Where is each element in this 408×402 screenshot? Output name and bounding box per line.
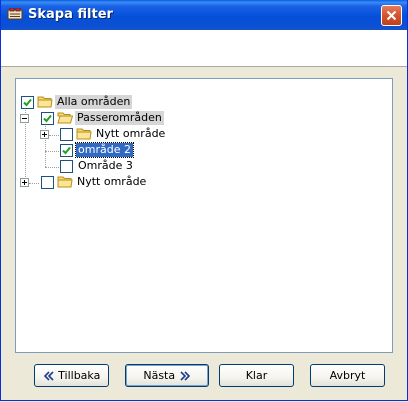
checkmark-icon (23, 98, 32, 107)
folder-icon (37, 95, 53, 108)
expand-toggle[interactable] (20, 178, 29, 187)
tree-item-label: Område 3 (78, 159, 133, 172)
checkbox[interactable] (60, 160, 73, 173)
checkbox[interactable] (41, 112, 54, 125)
double-chevron-left-icon (43, 371, 54, 381)
tree-item-label: Passerområden (75, 111, 164, 125)
checkmark-icon (43, 114, 52, 123)
dialog-window: Skapa filter Alla områden Passerområden … (0, 0, 408, 401)
finish-button-label: Klar (245, 369, 268, 382)
header-panel (1, 30, 407, 67)
area-tree[interactable]: Alla områden Passerområden Nytt område o… (15, 78, 393, 353)
folder-icon (57, 175, 73, 188)
checkbox[interactable] (21, 96, 34, 109)
dialog-content: Alla områden Passerområden Nytt område o… (1, 67, 407, 400)
tree-item-nytt-omrade-root[interactable]: Nytt område (16, 174, 392, 190)
finish-button[interactable]: Klar (219, 364, 294, 387)
next-button-label: Nästa (143, 369, 176, 382)
double-chevron-right-icon (180, 371, 190, 381)
tree-item-label: område 2 (75, 142, 134, 158)
tree-item-omrade-3[interactable]: Område 3 (16, 158, 392, 174)
collapse-toggle[interactable] (20, 114, 29, 123)
close-icon (386, 10, 397, 21)
folder-open-icon (57, 111, 74, 124)
back-button-label: Tillbaka (58, 369, 101, 382)
tree-item-label: Nytt område (96, 127, 166, 140)
checkbox[interactable] (60, 144, 73, 157)
title-bar[interactable]: Skapa filter (1, 0, 407, 30)
window-title: Skapa filter (28, 7, 113, 22)
next-button[interactable]: Nästa (125, 364, 209, 387)
expand-toggle[interactable] (40, 130, 49, 139)
cancel-button-label: Avbryt (329, 369, 366, 382)
tree-item-label: Nytt område (77, 175, 147, 188)
back-button[interactable]: Tillbaka (34, 364, 109, 387)
tree-item-omrade-2[interactable]: område 2 (16, 142, 392, 158)
checkmark-icon (62, 146, 71, 155)
tree-item-label: Alla områden (55, 95, 133, 109)
close-button[interactable] (381, 5, 402, 26)
app-icon (7, 7, 23, 20)
checkbox[interactable] (60, 128, 73, 141)
tree-item-alla-omraden[interactable]: Alla områden (16, 94, 392, 110)
cancel-button[interactable]: Avbryt (310, 364, 385, 387)
folder-icon (76, 127, 92, 140)
tree-item-nytt-omrade[interactable]: Nytt område (16, 126, 392, 142)
tree-item-passeromraden[interactable]: Passerområden (16, 110, 392, 126)
checkbox[interactable] (41, 176, 54, 189)
